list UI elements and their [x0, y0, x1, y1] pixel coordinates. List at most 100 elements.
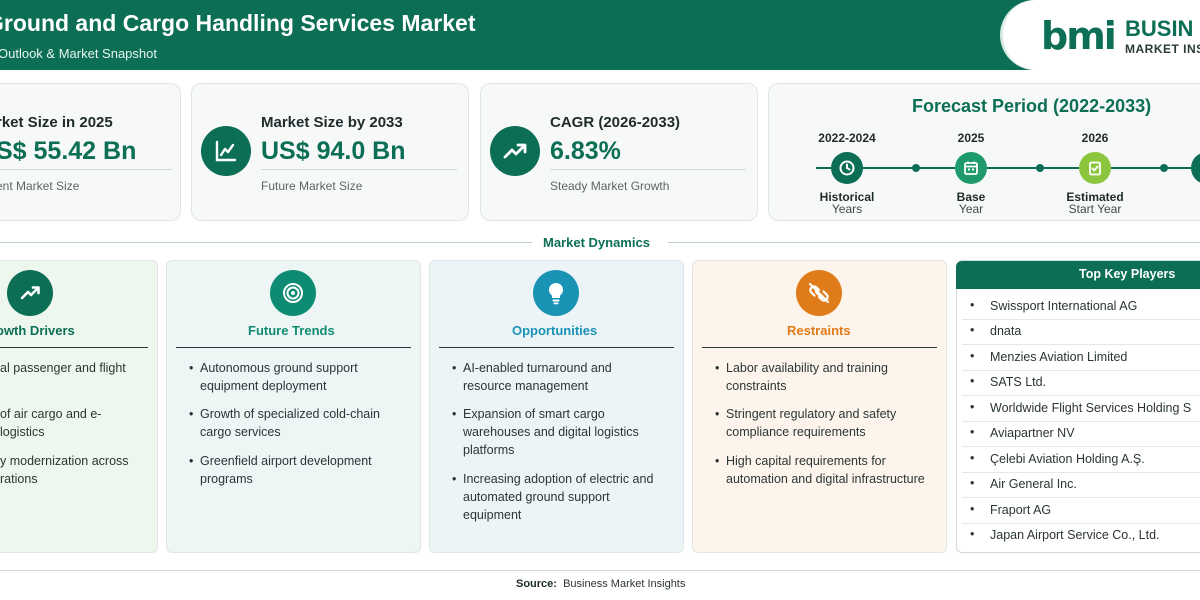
logo-tagline: MARKET INSI: [1125, 42, 1200, 56]
panel-divider: [439, 347, 674, 348]
page-title: Ground and Cargo Handling Services Marke…: [0, 10, 476, 36]
bullet-dot: •: [970, 425, 975, 439]
clipboard-check-icon: [1079, 152, 1111, 184]
row-separator: [962, 497, 1200, 498]
stat-label: CAGR (2026-2033): [550, 114, 681, 131]
row-separator: [962, 472, 1200, 473]
panel-title: Opportunities: [512, 323, 598, 338]
brand-logo: bmi BUSIN MARKET INSI: [1000, 0, 1200, 70]
bullet-text: warehouses and digital logistics: [463, 425, 639, 439]
bullet-dot: •: [970, 349, 975, 363]
panel-title: owth Drivers: [0, 323, 75, 338]
bullet-text: Growth of specialized cold-chain: [200, 407, 380, 421]
logo-name: BUSIN: [1125, 16, 1194, 41]
stat-divider: [0, 169, 172, 170]
footer-source: Source: Business Market Insights: [516, 578, 685, 590]
bullet-text: AI-enabled turnaround and: [463, 361, 612, 375]
row-separator: [962, 370, 1200, 371]
line-chart-icon: [201, 126, 251, 176]
row-separator: [962, 446, 1200, 447]
bullet-dot: •: [970, 502, 975, 516]
timeline-dot: [1036, 164, 1044, 172]
bullet-text: programs: [200, 472, 253, 486]
bullet-dot: •: [970, 527, 975, 541]
target-icon: [270, 270, 316, 316]
stat-value: 6.83%: [550, 137, 621, 165]
bullet-text: equipment deployment: [200, 379, 327, 393]
bullet-dot: •: [970, 400, 975, 414]
key-player-item: Menzies Aviation Limited: [990, 350, 1128, 364]
bullet-text: logistics: [0, 425, 45, 439]
forecast-sublabel: Years: [831, 202, 863, 216]
key-player-item: Japan Airport Service Co., Ltd.: [990, 528, 1160, 542]
row-separator: [962, 319, 1200, 320]
stat-caption: ent Market Size: [0, 179, 80, 193]
forecast-year: 2022-2024: [818, 131, 876, 145]
bullet-dot: •: [189, 407, 194, 421]
bullet-text: platforms: [463, 443, 515, 457]
bullet-dot: •: [970, 298, 975, 312]
forecast-sublabel: E: [1169, 202, 1200, 216]
bullet-dot: •: [970, 374, 975, 388]
section-divider: [668, 242, 1200, 243]
stat-caption: Steady Market Growth: [550, 179, 670, 193]
history-icon: [831, 152, 863, 184]
stat-divider: [261, 169, 457, 170]
stat-label: rket Size in 2025: [0, 114, 113, 131]
logo-mark: bmi: [1041, 14, 1117, 58]
key-player-item: Çelebi Aviation Holding A.Ş.: [990, 452, 1145, 466]
bullet-dot: •: [715, 454, 720, 468]
key-player-item: Worldwide Flight Services Holding S: [990, 401, 1192, 415]
key-player-item: Air General Inc.: [990, 477, 1077, 491]
forecast-sublabel: Start Year: [1068, 202, 1122, 216]
panel-divider: [176, 347, 411, 348]
stat-divider: [550, 169, 746, 170]
key-player-item: Aviapartner NV: [990, 426, 1075, 440]
forecast-year: 2025: [957, 131, 985, 145]
bullet-text: of air cargo and e-: [0, 407, 102, 421]
bullet-text: Expansion of smart cargo: [463, 407, 605, 421]
key-player-item: Fraport AG: [990, 503, 1052, 517]
bullet-text: Stringent regulatory and safety: [726, 407, 897, 421]
bullet-text: al passenger and flight: [0, 361, 126, 375]
key-player-item: SATS Ltd.: [990, 375, 1047, 389]
lightbulb-icon: [533, 270, 579, 316]
bullet-text: cargo services: [200, 425, 281, 439]
bullet-text: High capital requirements for: [726, 454, 886, 468]
broken-link-icon: [796, 270, 842, 316]
bullet-dot: •: [715, 407, 720, 421]
bullet-text: Autonomous ground support: [200, 361, 358, 375]
bullet-text: equipment: [463, 508, 522, 522]
bullet-text: automated ground support: [463, 490, 610, 504]
footer-divider: [0, 570, 1200, 571]
bullet-dot: •: [970, 476, 975, 490]
bullet-text: resource management: [463, 379, 589, 393]
bullet-text: compliance requirements: [726, 425, 866, 439]
bullet-text: automation and digital infrastructure: [726, 472, 925, 486]
bullet-dot: •: [970, 451, 975, 465]
section-divider: [0, 242, 532, 243]
row-separator: [962, 344, 1200, 345]
bullet-text: y modernization across: [0, 454, 129, 468]
row-separator: [962, 395, 1200, 396]
stat-value: S$ 55.42 Bn: [0, 137, 137, 165]
forecast-timeline: [816, 167, 1200, 169]
stat-label: Market Size by 2033: [261, 114, 403, 131]
key-player-item: dnata: [990, 324, 1022, 338]
row-separator: [962, 523, 1200, 524]
bullet-dot: •: [452, 407, 457, 421]
bullet-dot: •: [189, 454, 194, 468]
bullet-text: rations: [0, 472, 38, 486]
bullet-dot: •: [452, 361, 457, 375]
forecast-title: Forecast Period (2022-2033): [912, 96, 1152, 116]
panel-title: Restraints: [787, 323, 851, 338]
bullet-dot: •: [452, 472, 457, 486]
forecast-sublabel: Year: [958, 202, 984, 216]
key-player-item: Swissport International AG: [990, 299, 1138, 313]
bullet-dot: •: [970, 323, 975, 337]
stat-caption: Future Market Size: [261, 179, 363, 193]
row-separator: [962, 421, 1200, 422]
forecast-year: 2026: [1081, 131, 1109, 145]
page-subtitle: Outlook & Market Snapshot: [0, 46, 157, 61]
panel-divider: [702, 347, 937, 348]
